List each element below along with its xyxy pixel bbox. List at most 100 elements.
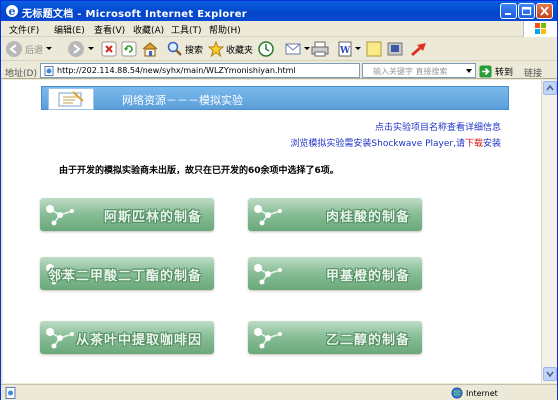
search-button[interactable]: 搜索 <box>167 40 203 58</box>
favorites-label: 收藏夹 <box>226 45 254 56</box>
research-button[interactable] <box>409 40 429 58</box>
globe-icon <box>451 387 463 399</box>
experiment-ethylene-glycol-button[interactable]: 乙二醇的制备 <box>248 321 422 354</box>
messenger-icon <box>387 42 403 56</box>
messenger-button[interactable] <box>387 40 403 58</box>
vertical-scrollbar[interactable] <box>541 80 557 383</box>
note-icon <box>366 41 382 57</box>
experiment-label: 阿斯匹林的制备 <box>103 210 202 225</box>
refresh-button[interactable] <box>121 40 137 58</box>
notice-text: 由于开发的模拟实验商未出版，故只在已开发的60余项中选择了6项。 <box>59 166 339 176</box>
url-input[interactable]: http://202.114.88.54/new/syhx/main/WLZYm… <box>40 63 360 78</box>
standard-toolbar: 后退 搜索 收藏夹 W <box>1 37 557 61</box>
experiment-label: 甲基橙的制备 <box>325 269 410 284</box>
page-content: 网络资源－－－模拟实验 点击实验项目名称查看详细信息 浏览模拟实验需安装Shoc… <box>3 80 541 383</box>
address-label: 地址(D) <box>5 69 37 79</box>
url-text: http://202.114.88.54/new/syhx/main/WLZYm… <box>57 66 296 75</box>
search-icon <box>167 41 182 56</box>
back-label: 后退 <box>25 45 44 56</box>
experiment-label: 从茶叶中提取咖啡因 <box>75 333 202 348</box>
section-header: 网络资源－－－模拟实验 <box>41 86 509 110</box>
menu-file[interactable]: 文件(F) <box>9 23 39 36</box>
svg-text:W: W <box>339 46 351 56</box>
menu-help[interactable]: 帮助(H) <box>209 23 241 36</box>
stop-icon <box>101 41 117 57</box>
back-button[interactable]: 后退 <box>5 40 53 58</box>
menu-edit[interactable]: 编辑(E) <box>54 23 85 36</box>
svg-text:e: e <box>9 5 16 18</box>
chevron-down-icon <box>546 371 554 378</box>
menu-view[interactable]: 查看(V) <box>94 23 125 36</box>
scroll-down-button[interactable] <box>543 367 557 381</box>
mail-button[interactable] <box>285 40 311 58</box>
ie-logo-icon: e <box>6 5 18 18</box>
mail-icon <box>285 43 301 55</box>
title-bar[interactable]: e 无标题文档 - Microsoft Internet Explorer <box>1 1 557 21</box>
menu-favorites[interactable]: 收藏(A) <box>133 23 164 36</box>
discuss-button[interactable] <box>366 40 382 58</box>
close-button[interactable] <box>536 3 553 19</box>
page-icon <box>44 66 54 76</box>
search-label: 搜索 <box>185 45 204 56</box>
chevron-down-icon <box>466 69 472 73</box>
maximize-button[interactable] <box>518 3 535 19</box>
experiment-label: 乙二醇的制备 <box>325 333 410 348</box>
chevron-down-icon <box>355 47 361 50</box>
zone-label: Internet <box>466 388 498 398</box>
menu-tools[interactable]: 工具(T) <box>171 23 202 36</box>
address-bar: 地址(D) http://202.114.88.54/new/syhx/main… <box>1 62 557 79</box>
home-icon <box>142 42 158 57</box>
install-prefix: 浏览模拟实验需安装Shockwave Player,请 <box>290 139 465 149</box>
experiment-cinnamic-acid-button[interactable]: 肉桂酸的制备 <box>248 198 422 231</box>
chevron-up-icon <box>546 84 554 91</box>
red-arrow-icon <box>411 43 426 56</box>
download-link[interactable]: 下载 <box>465 139 483 149</box>
window-title: 无标题文档 - Microsoft Internet Explorer <box>22 9 248 20</box>
molecule-icon <box>254 264 282 285</box>
printer-icon <box>311 41 329 57</box>
go-arrow-icon <box>479 65 492 77</box>
molecule-icon <box>254 328 282 349</box>
maximize-icon <box>521 6 532 16</box>
edit-button[interactable]: W <box>337 40 362 58</box>
detail-info-link[interactable]: 点击实验项目名称查看详细信息 <box>375 120 501 133</box>
history-button[interactable] <box>257 40 275 58</box>
stop-button[interactable] <box>101 40 117 58</box>
print-button[interactable] <box>311 40 329 58</box>
windows-logo-icon <box>535 23 546 34</box>
install-suffix: 安装 <box>482 139 501 149</box>
chevron-down-icon <box>88 47 94 50</box>
molecule-icon <box>46 205 74 226</box>
experiment-caffeine-button[interactable]: 从茶叶中提取咖啡因 <box>40 321 214 354</box>
windows-flag-logo <box>523 21 557 37</box>
back-arrow-icon <box>6 41 22 57</box>
experiment-dibutyl-phthalate-button[interactable]: 邻苯二甲酸二丁酯的制备 <box>40 257 214 290</box>
favorites-button[interactable]: 收藏夹 <box>208 40 253 58</box>
scroll-up-button[interactable] <box>543 81 557 95</box>
home-button[interactable] <box>141 40 159 58</box>
experiment-label: 肉桂酸的制备 <box>325 210 410 225</box>
word-document-icon: W <box>338 41 352 57</box>
go-button[interactable]: 转到 <box>479 64 513 78</box>
experiment-aspirin-button[interactable]: 阿斯匹林的制备 <box>40 198 214 231</box>
molecule-icon <box>254 205 282 226</box>
minimize-button[interactable] <box>500 3 517 19</box>
keyword-search-input[interactable]: 输入关键字 直接搜索 <box>362 63 476 78</box>
security-zone: Internet <box>451 387 498 399</box>
shockwave-install-note: 浏览模拟实验需安装Shockwave Player,请下载安装 <box>290 136 501 149</box>
notebook-icon <box>48 88 94 110</box>
menu-bar: 文件(F) 编辑(E) 查看(V) 收藏(A) 工具(T) 帮助(H) <box>1 21 557 37</box>
section-title: 网络资源－－－模拟实验 <box>122 94 243 107</box>
chevron-down-icon <box>304 47 310 50</box>
search-placeholder: 输入关键字 直接搜索 <box>373 67 448 76</box>
history-icon <box>258 41 274 57</box>
links-toolbar[interactable]: 链接 <box>524 66 542 79</box>
close-icon <box>540 6 549 16</box>
forward-arrow-icon <box>68 41 84 57</box>
forward-button[interactable] <box>67 40 95 58</box>
experiment-methyl-orange-button[interactable]: 甲基橙的制备 <box>248 257 422 290</box>
minimize-icon <box>505 13 511 15</box>
star-icon <box>208 41 224 57</box>
page-status-icon <box>5 387 16 399</box>
status-bar: Internet <box>1 384 557 400</box>
